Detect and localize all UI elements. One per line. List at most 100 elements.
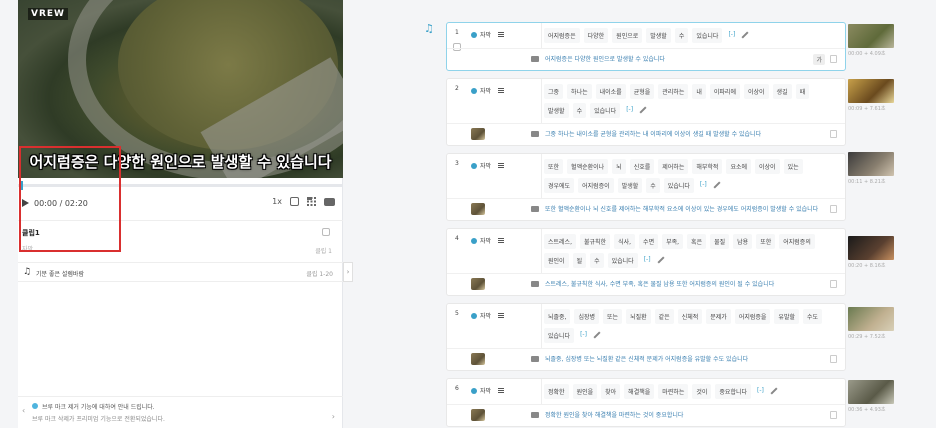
- word-token[interactable]: 있는: [783, 159, 803, 174]
- word-token[interactable]: 때: [795, 84, 810, 99]
- menu-icon[interactable]: [498, 238, 505, 243]
- word-token[interactable]: 신체적: [677, 309, 703, 324]
- clip-thumbnail[interactable]: 00:20 + 8.16초: [848, 236, 894, 269]
- word-token[interactable]: 뇌졸중,: [544, 309, 571, 324]
- word-token[interactable]: 같은: [654, 309, 674, 324]
- word-token[interactable]: 제어하는: [658, 159, 689, 174]
- word-token[interactable]: 하나는: [567, 84, 592, 99]
- caption-text[interactable]: 정확한 원인을 찾아 해결책을 마련하는 것이 중요합니다: [545, 405, 845, 426]
- subtitle-toggle-icon[interactable]: [324, 197, 335, 206]
- word-token[interactable]: 원인을: [572, 384, 598, 399]
- copy-icon[interactable]: [830, 280, 837, 288]
- external-link-icon[interactable]: [322, 228, 330, 236]
- word-token[interactable]: 불규칙한: [580, 234, 611, 249]
- word-token[interactable]: 있습니다: [692, 28, 723, 43]
- menu-icon[interactable]: [498, 163, 505, 168]
- word-token[interactable]: 발생할: [544, 103, 569, 118]
- word-token[interactable]: 이상이: [755, 159, 780, 174]
- word-token[interactable]: 수: [590, 253, 604, 268]
- caption-text[interactable]: 또한 혈액순환이나 뇌 신호를 제어하는 해부학적 요소에 이상이 있는 경우에…: [545, 199, 845, 220]
- menu-icon[interactable]: [498, 388, 505, 393]
- word-token[interactable]: 뇌: [612, 159, 626, 174]
- word-token[interactable]: 또한: [756, 234, 776, 249]
- word-token[interactable]: 것이: [692, 384, 712, 399]
- clip-card[interactable]: 3 자막 또한 혈액순환이나 뇌 신호를 제어하는 해부학적 요소에 이상이 있는 경우에도 어지럼증이…: [446, 153, 846, 221]
- caption-text[interactable]: 뇌졸중, 심장병 또는 뇌질환 같은 신체적 문제가 어지럼증을 유발할 수도 …: [545, 349, 845, 370]
- clip-card[interactable]: 6 자막 정확한 원인을 찾아 해결책을 마련하는 것이 중요합니다 [-] 정확한 원인을 찾아 …: [446, 378, 846, 427]
- chevron-right-icon[interactable]: ›: [332, 412, 335, 421]
- clip-thumbnail[interactable]: 00:36 + 4.93초: [848, 380, 894, 413]
- word-token[interactable]: 있습니다: [544, 328, 575, 343]
- word-token[interactable]: 그중: [544, 84, 564, 99]
- word-token[interactable]: 어지럼증을: [734, 309, 771, 324]
- speaker-selector[interactable]: 자막: [471, 236, 505, 245]
- speaker-selector[interactable]: 자막: [471, 311, 505, 320]
- word-token[interactable]: 내: [692, 84, 706, 99]
- word-token[interactable]: 혈액순환이나: [567, 159, 609, 174]
- menu-icon[interactable]: [498, 32, 505, 37]
- bgm-row[interactable]: ♫ 기분 좋은 설렘바람 클립 1-20: [18, 262, 343, 282]
- word-token[interactable]: 스트레스,: [544, 234, 576, 249]
- word-token[interactable]: 원인이: [544, 253, 569, 268]
- word-token[interactable]: 이상이: [743, 84, 769, 99]
- notice-line-1[interactable]: 브루 마크 제거 기능에 대하여 안내 드립니다.: [42, 402, 155, 411]
- word-token[interactable]: 요소에: [726, 159, 752, 174]
- word-token[interactable]: 유발할: [774, 309, 799, 324]
- clip-card[interactable]: 4 자막 스트레스, 불규칙한 식사, 수면 부족, 혹은 물질 남용 또한 어지럼증의 원인이 될 수 있습…: [446, 228, 846, 296]
- word-token[interactable]: 될: [572, 253, 587, 268]
- word-token[interactable]: 수: [646, 178, 660, 193]
- caption-text[interactable]: 그중 하나는 내이소를 균형을 관리하는 내 이파리에 이상이 생길 때 발생할…: [545, 124, 845, 145]
- panel-collapse-handle[interactable]: ›: [343, 262, 353, 282]
- clip-thumbnail[interactable]: 00:09 + 7.61초: [848, 79, 894, 112]
- word-token[interactable]: 다양한: [583, 28, 609, 43]
- word-token[interactable]: 이파리에: [709, 84, 740, 99]
- silence-mark[interactable]: [-]: [698, 178, 709, 193]
- caption-text[interactable]: 어지럼증은 다양한 원인으로 발생할 수 있습니다: [545, 49, 845, 70]
- word-token[interactable]: 식사,: [614, 234, 636, 249]
- word-token[interactable]: 관리하는: [658, 84, 689, 99]
- word-token[interactable]: 경우에도: [544, 178, 575, 193]
- copy-icon[interactable]: [830, 355, 837, 363]
- edit-pencil-icon[interactable]: [713, 181, 721, 189]
- silence-mark[interactable]: [-]: [578, 328, 589, 343]
- word-token[interactable]: 정확한: [544, 384, 569, 399]
- silence-mark[interactable]: [-]: [755, 384, 766, 399]
- copy-icon[interactable]: [830, 55, 837, 63]
- clip-card[interactable]: 1 자막 어지럼증은 다양한 원인으로 발생할 수 있습니다 [-] 어지럼증은 다양한 원인으로…: [446, 22, 846, 71]
- word-token[interactable]: 수도: [802, 309, 823, 324]
- word-token[interactable]: 있습니다: [607, 253, 638, 268]
- copy-icon[interactable]: [830, 130, 837, 138]
- edit-pencil-icon[interactable]: [593, 331, 601, 339]
- word-token[interactable]: 혹은: [687, 234, 707, 249]
- word-token[interactable]: 어지럼증이: [578, 178, 614, 193]
- speaker-selector[interactable]: 자막: [471, 161, 505, 170]
- word-token[interactable]: 수면: [639, 234, 659, 249]
- word-token[interactable]: 발생할: [646, 28, 671, 43]
- speaker-selector[interactable]: 자막: [471, 30, 505, 39]
- word-token[interactable]: 부족,: [662, 234, 684, 249]
- edit-pencil-icon[interactable]: [770, 387, 778, 395]
- word-token[interactable]: 신호를: [629, 159, 655, 174]
- word-token[interactable]: 발생할: [617, 178, 643, 193]
- word-token[interactable]: 해부학적: [692, 159, 723, 174]
- word-token[interactable]: 문제가: [706, 309, 731, 324]
- word-token[interactable]: 찾아: [601, 384, 621, 399]
- caption-text[interactable]: 스트레스, 불규칙한 식사, 수면 부족, 혹은 물질 남용 또한 어지럼증의 …: [545, 274, 845, 295]
- speed-button[interactable]: 1x: [272, 197, 282, 206]
- word-token[interactable]: 수: [572, 103, 587, 118]
- word-token[interactable]: 원인으로: [612, 28, 643, 43]
- speaker-selector[interactable]: 자막: [471, 86, 505, 95]
- speaker-selector[interactable]: 자막: [471, 386, 505, 395]
- word-token[interactable]: 있습니다: [663, 178, 694, 193]
- clip-card[interactable]: 2 자막 그중 하나는 내이소를 균형을 관리하는 내 이파리에 이상이 생길 때 발생할 수 있습니다 [-…: [446, 78, 846, 146]
- copy-icon[interactable]: [830, 205, 837, 213]
- silence-mark[interactable]: [-]: [726, 28, 737, 43]
- word-token[interactable]: 물질: [710, 234, 730, 249]
- word-token[interactable]: 심장병: [574, 309, 600, 324]
- copy-icon[interactable]: [830, 411, 837, 419]
- menu-icon[interactable]: [498, 88, 505, 93]
- word-token[interactable]: 남용: [733, 234, 753, 249]
- edit-pencil-icon[interactable]: [639, 106, 647, 114]
- word-token[interactable]: 뇌질환: [626, 309, 651, 324]
- word-token[interactable]: 균형을: [629, 84, 655, 99]
